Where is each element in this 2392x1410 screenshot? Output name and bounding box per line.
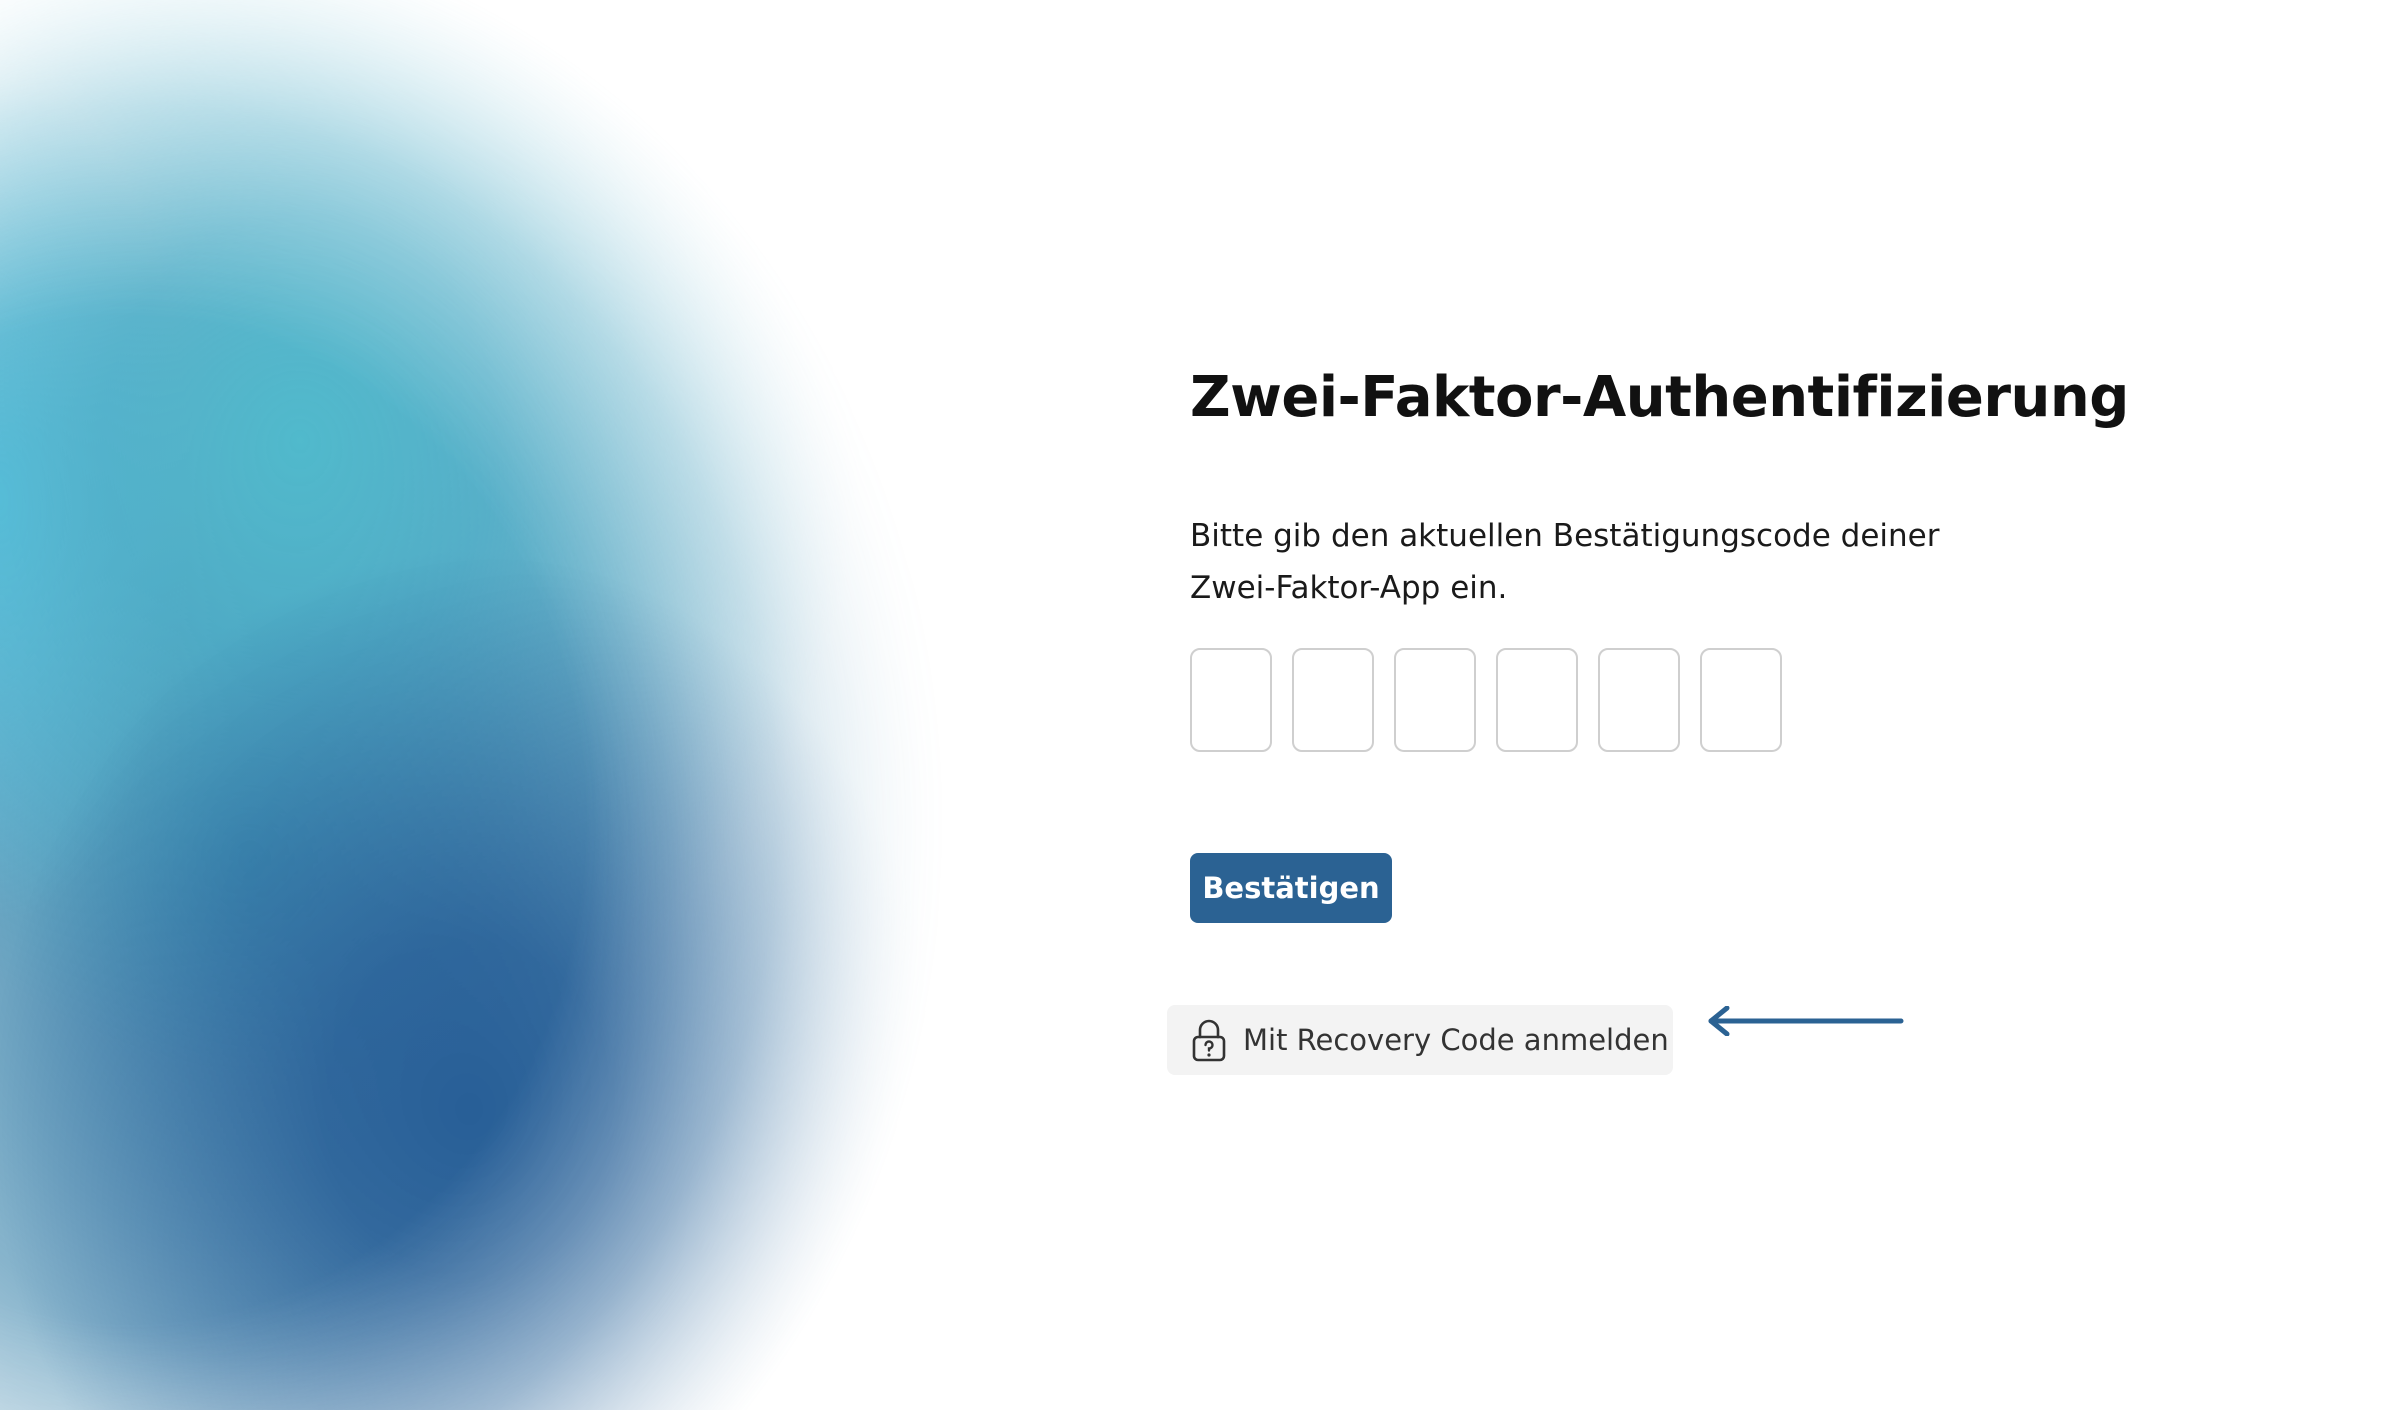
lock-question-icon (1191, 1018, 1227, 1062)
confirm-button[interactable]: Bestätigen (1190, 853, 1392, 923)
page-title: Zwei-Faktor-Authentifizierung (1190, 365, 2129, 430)
code-digit-4[interactable] (1496, 648, 1578, 752)
gradient-background (0, 0, 1150, 1410)
code-digit-3[interactable] (1394, 648, 1476, 752)
page: Zwei-Faktor-Authentifizierung Bitte gib … (0, 0, 2392, 1410)
code-digit-1[interactable] (1190, 648, 1272, 752)
code-digit-5[interactable] (1598, 648, 1680, 752)
code-input-group (1190, 648, 1782, 752)
instruction-text: Bitte gib den aktuellen Bestätigungscode… (1190, 518, 1940, 606)
code-digit-2[interactable] (1292, 648, 1374, 752)
recovery-code-button[interactable]: Mit Recovery Code anmelden (1167, 1005, 1673, 1075)
code-digit-6[interactable] (1700, 648, 1782, 752)
recovery-code-label: Mit Recovery Code anmelden (1243, 1023, 1669, 1057)
arrow-left-icon (1705, 1005, 1905, 1037)
two-factor-panel: Zwei-Faktor-Authentifizierung Bitte gib … (1167, 360, 2129, 1075)
